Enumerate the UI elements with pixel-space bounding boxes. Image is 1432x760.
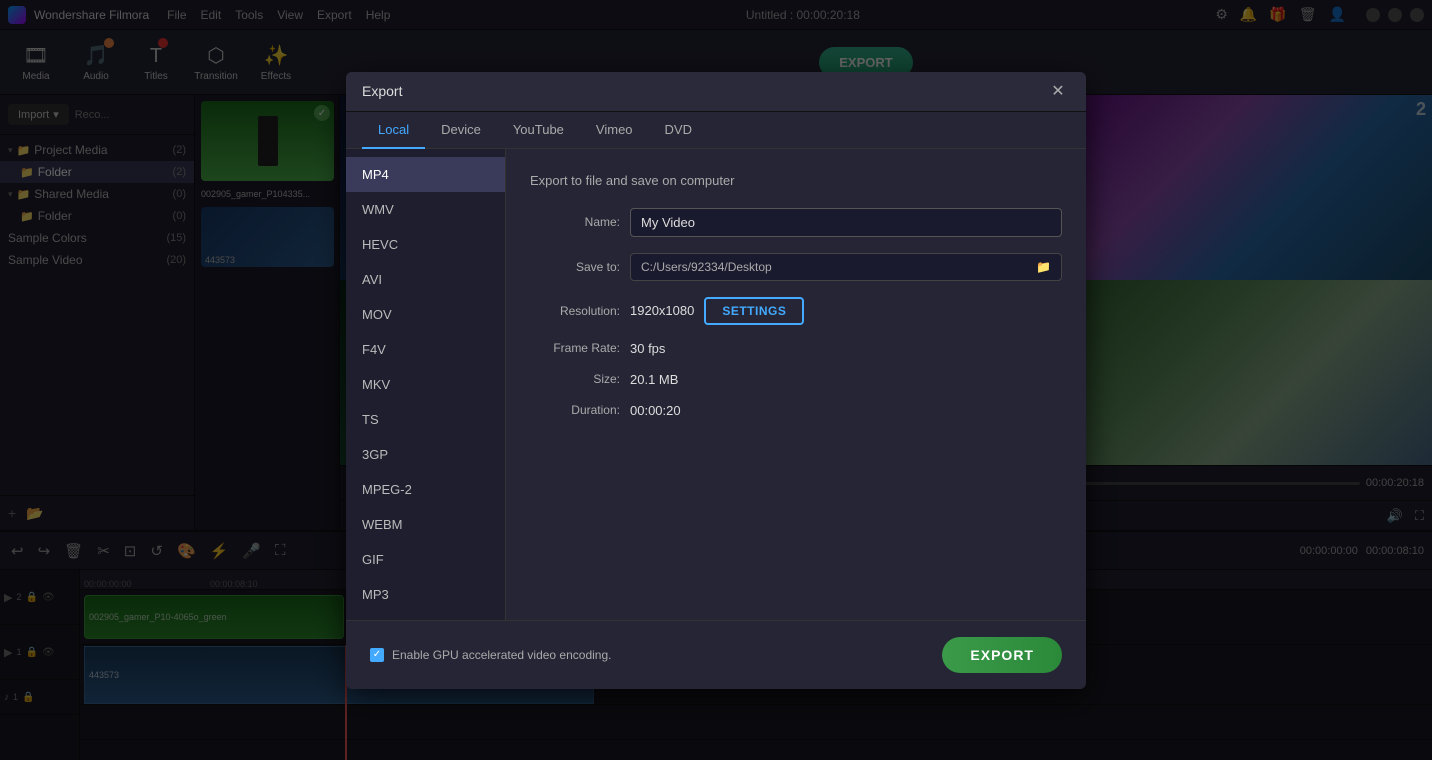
- browse-folder-icon[interactable]: 📁: [1036, 260, 1051, 274]
- format-f4v[interactable]: F4V: [346, 332, 505, 367]
- format-sidebar: MP4 WMV HEVC AVI MOV F4V MKV TS 3GP MPEG…: [346, 149, 506, 620]
- duration-label: Duration:: [530, 403, 620, 417]
- tab-youtube[interactable]: YouTube: [497, 112, 580, 149]
- modal-tabs: Local Device YouTube Vimeo DVD: [346, 112, 1086, 149]
- modal-title: Export: [362, 83, 402, 99]
- tab-device[interactable]: Device: [425, 112, 497, 149]
- format-mkv[interactable]: MKV: [346, 367, 505, 402]
- form-row-resolution: Resolution: 1920x1080 SETTINGS: [530, 297, 1062, 325]
- form-row-size: Size: 20.1 MB: [530, 372, 1062, 387]
- export-to-label: Export to file and save on computer: [530, 173, 1062, 188]
- save-to-path: C:/Users/92334/Desktop 📁: [630, 253, 1062, 281]
- modal-body: MP4 WMV HEVC AVI MOV F4V MKV TS 3GP MPEG…: [346, 149, 1086, 620]
- format-mov[interactable]: MOV: [346, 297, 505, 332]
- gpu-checkbox-row: ✓ Enable GPU accelerated video encoding.: [370, 648, 611, 662]
- name-input[interactable]: [630, 208, 1062, 237]
- export-modal: Export ✕ Local Device YouTube Vimeo DVD …: [346, 72, 1086, 689]
- format-gif[interactable]: GIF: [346, 542, 505, 577]
- modal-footer: ✓ Enable GPU accelerated video encoding.…: [346, 620, 1086, 689]
- save-to-label: Save to:: [530, 260, 620, 274]
- name-label: Name:: [530, 215, 620, 229]
- gpu-checkbox[interactable]: ✓: [370, 648, 384, 662]
- format-mp4[interactable]: MP4: [346, 157, 505, 192]
- format-3gp[interactable]: 3GP: [346, 437, 505, 472]
- settings-button[interactable]: SETTINGS: [704, 297, 804, 325]
- format-hevc[interactable]: HEVC: [346, 227, 505, 262]
- save-to-value: C:/Users/92334/Desktop: [641, 260, 772, 274]
- format-ts[interactable]: TS: [346, 402, 505, 437]
- tab-local[interactable]: Local: [362, 112, 425, 149]
- framerate-value: 30 fps: [630, 341, 665, 356]
- modal-header: Export ✕: [346, 72, 1086, 112]
- format-mp3[interactable]: MP3: [346, 577, 505, 612]
- tab-vimeo[interactable]: Vimeo: [580, 112, 649, 149]
- size-value: 20.1 MB: [630, 372, 678, 387]
- size-label: Size:: [530, 372, 620, 386]
- form-row-duration: Duration: 00:00:20: [530, 403, 1062, 418]
- modal-close-button[interactable]: ✕: [1046, 79, 1070, 103]
- duration-value: 00:00:20: [630, 403, 681, 418]
- modal-content: Export to file and save on computer Name…: [506, 149, 1086, 620]
- format-avi[interactable]: AVI: [346, 262, 505, 297]
- resolution-label: Resolution:: [530, 304, 620, 318]
- format-mpeg2[interactable]: MPEG-2: [346, 472, 505, 507]
- format-webm[interactable]: WEBM: [346, 507, 505, 542]
- export-button[interactable]: EXPORT: [942, 637, 1062, 673]
- resolution-value: 1920x1080: [630, 303, 694, 318]
- form-row-saveto: Save to: C:/Users/92334/Desktop 📁: [530, 253, 1062, 281]
- tab-dvd[interactable]: DVD: [649, 112, 708, 149]
- framerate-label: Frame Rate:: [530, 341, 620, 355]
- format-wmv[interactable]: WMV: [346, 192, 505, 227]
- form-row-name: Name:: [530, 208, 1062, 237]
- gpu-label: Enable GPU accelerated video encoding.: [392, 648, 611, 662]
- form-row-framerate: Frame Rate: 30 fps: [530, 341, 1062, 356]
- modal-overlay: Export ✕ Local Device YouTube Vimeo DVD …: [0, 0, 1432, 760]
